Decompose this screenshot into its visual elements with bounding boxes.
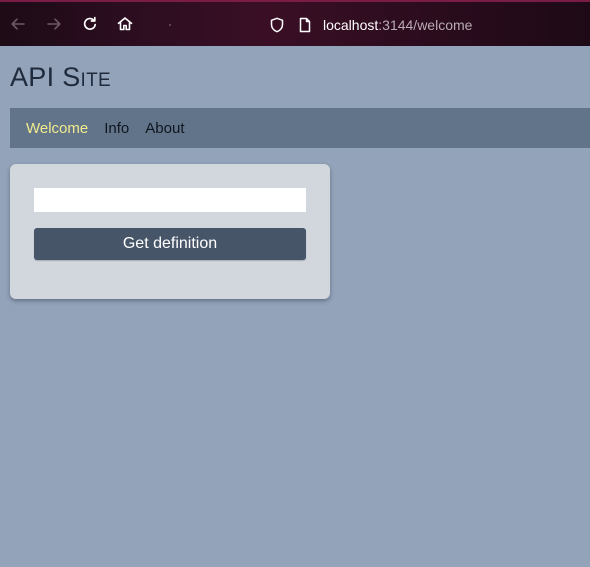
definition-card: Get definition: [10, 164, 330, 299]
get-definition-button[interactable]: Get definition: [34, 228, 306, 260]
forward-arrow-icon[interactable]: [44, 14, 64, 34]
nav-link-welcome[interactable]: Welcome: [26, 120, 88, 137]
url-bar[interactable]: localhost:3144/welcome: [268, 15, 472, 35]
nav-link-info[interactable]: Info: [104, 120, 129, 137]
url-host: localhost: [323, 17, 379, 33]
back-arrow-icon[interactable]: [8, 14, 28, 34]
shield-icon[interactable]: [268, 16, 286, 34]
reload-icon[interactable]: [80, 14, 100, 34]
browser-toolbar: localhost:3144/welcome: [0, 0, 590, 46]
nav-link-about[interactable]: About: [145, 120, 184, 137]
url-text[interactable]: localhost:3144/welcome: [323, 17, 472, 33]
url-path: :3144/welcome: [378, 17, 473, 33]
home-icon[interactable]: [115, 14, 135, 34]
site-title: API Site: [10, 62, 111, 92]
toolbar-separator-dot: [169, 24, 171, 26]
word-input[interactable]: [34, 188, 306, 212]
page-icon[interactable]: [296, 16, 314, 34]
site-nav: Welcome Info About: [10, 108, 590, 148]
